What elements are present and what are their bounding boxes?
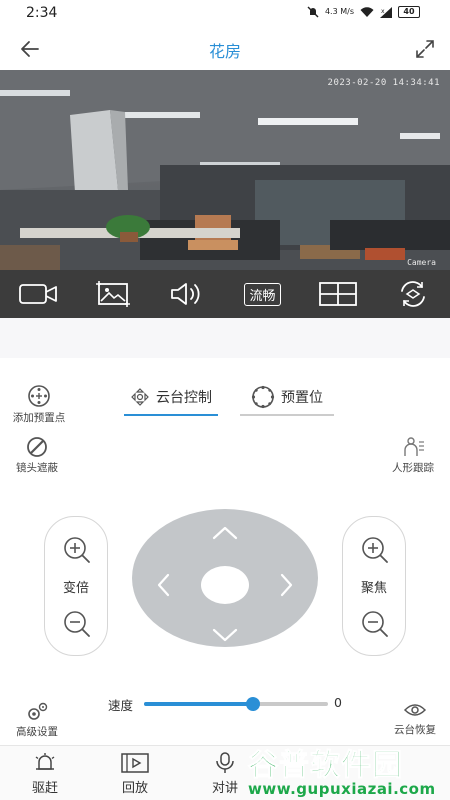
add-preset-label: 添加预置点 (12, 412, 66, 424)
lens-mask-icon (27, 437, 47, 457)
nav-intercom[interactable]: 对讲 (195, 752, 255, 796)
stream-quality-button[interactable]: 流畅 (239, 276, 287, 312)
divider-band (0, 318, 450, 358)
fullscreen-button[interactable] (414, 38, 436, 60)
control-tabs: 云台控制 预置位 (124, 380, 334, 416)
nav-intercom-label: 对讲 (211, 781, 238, 796)
focus-in-icon[interactable] (360, 535, 390, 565)
microphone-icon (216, 752, 234, 773)
expand-icon (416, 40, 434, 58)
nav-playback-label: 回放 (121, 781, 148, 796)
video-toolbar: 流畅 (0, 270, 450, 318)
speed-slider-fill (144, 702, 253, 706)
add-preset-button[interactable]: 添加预置点 (8, 384, 70, 425)
status-icons: 4.3 M/s x 40 (307, 6, 420, 18)
tab-ptz-control-label: 云台控制 (156, 390, 212, 406)
dpad-graphic (132, 509, 318, 647)
audio-button[interactable] (164, 276, 212, 312)
page-title: 花房 (208, 42, 241, 61)
zoom-in-icon[interactable] (62, 535, 92, 565)
speed-slider-handle[interactable] (245, 697, 260, 711)
wifi-icon (360, 6, 374, 17)
camera-rotate-icon (400, 281, 425, 307)
signal-x-icon: x (380, 6, 392, 18)
ptz-direction-icon (131, 388, 149, 406)
watermark-url: www.gupuxiazai.com (248, 780, 436, 798)
split-grid-icon (318, 282, 357, 306)
video-timestamp: 2023-02-20 14:34:41 (327, 78, 440, 88)
zoom-control: 变倍 (44, 516, 108, 656)
record-button[interactable] (14, 276, 62, 312)
nav-drive-away-label: 驱赶 (31, 781, 58, 796)
lens-mask-label: 镜头遮蔽 (16, 462, 58, 474)
battery-icon: 40 (398, 6, 420, 18)
image-icon (95, 281, 130, 307)
switch-camera-button[interactable] (389, 276, 437, 312)
tab-ptz-control[interactable]: 云台控制 (124, 380, 218, 416)
video-camera-icon (18, 284, 57, 304)
nav-drive-away[interactable]: 驱赶 (15, 752, 75, 796)
alarm-bell-icon (35, 753, 55, 770)
speed-label: 速度 (108, 698, 134, 713)
status-time: 2:34 (26, 5, 58, 21)
nav-playback[interactable]: 回放 (105, 752, 165, 796)
stream-quality-label: 流畅 (244, 282, 281, 306)
zoom-label: 变倍 (62, 581, 89, 596)
snapshot-button[interactable] (89, 276, 137, 312)
zoom-out-icon[interactable] (62, 609, 92, 639)
tab-presets-label: 预置位 (281, 390, 323, 406)
preset-ring-icon (251, 385, 275, 409)
human-tracking-button[interactable]: 人形跟踪 (384, 436, 442, 475)
split-screen-button[interactable] (314, 276, 362, 312)
mute-bell-icon (307, 6, 319, 18)
live-video-view[interactable]: 2023-02-20 14:34:41 Camera (0, 70, 450, 270)
playback-film-icon (121, 753, 149, 773)
watermark-brand: 谷普软件园 (248, 748, 403, 784)
human-tracking-label: 人形跟踪 (392, 462, 434, 474)
watermark: 谷普软件园 www.gupuxiazai.com (248, 740, 450, 800)
svg-text:x: x (381, 8, 385, 15)
tab-presets[interactable]: 预置位 (240, 380, 334, 416)
ptz-reset-label: 云台恢复 (394, 724, 436, 736)
camera-label: Camera (407, 258, 436, 267)
speed-value: 0 (334, 695, 342, 710)
top-bar: 花房 (0, 28, 450, 70)
advanced-settings-label: 高级设置 (16, 726, 58, 738)
person-tracking-icon (404, 437, 424, 456)
focus-label: 聚焦 (360, 581, 387, 596)
focus-control: 聚焦 (342, 516, 406, 656)
speed-slider[interactable] (144, 697, 328, 711)
status-bar: 2:34 4.3 M/s x 40 (0, 0, 450, 28)
ptz-direction-pad[interactable] (131, 508, 319, 648)
network-speed: 4.3 M/s (324, 7, 354, 16)
preset-dial-icon (28, 385, 50, 407)
lens-mask-button[interactable]: 镜头遮蔽 (8, 436, 66, 475)
speaker-icon (170, 283, 199, 305)
focus-out-icon[interactable] (360, 609, 390, 639)
video-frame-image (0, 70, 450, 270)
speed-control: 速度 0 (0, 694, 450, 714)
